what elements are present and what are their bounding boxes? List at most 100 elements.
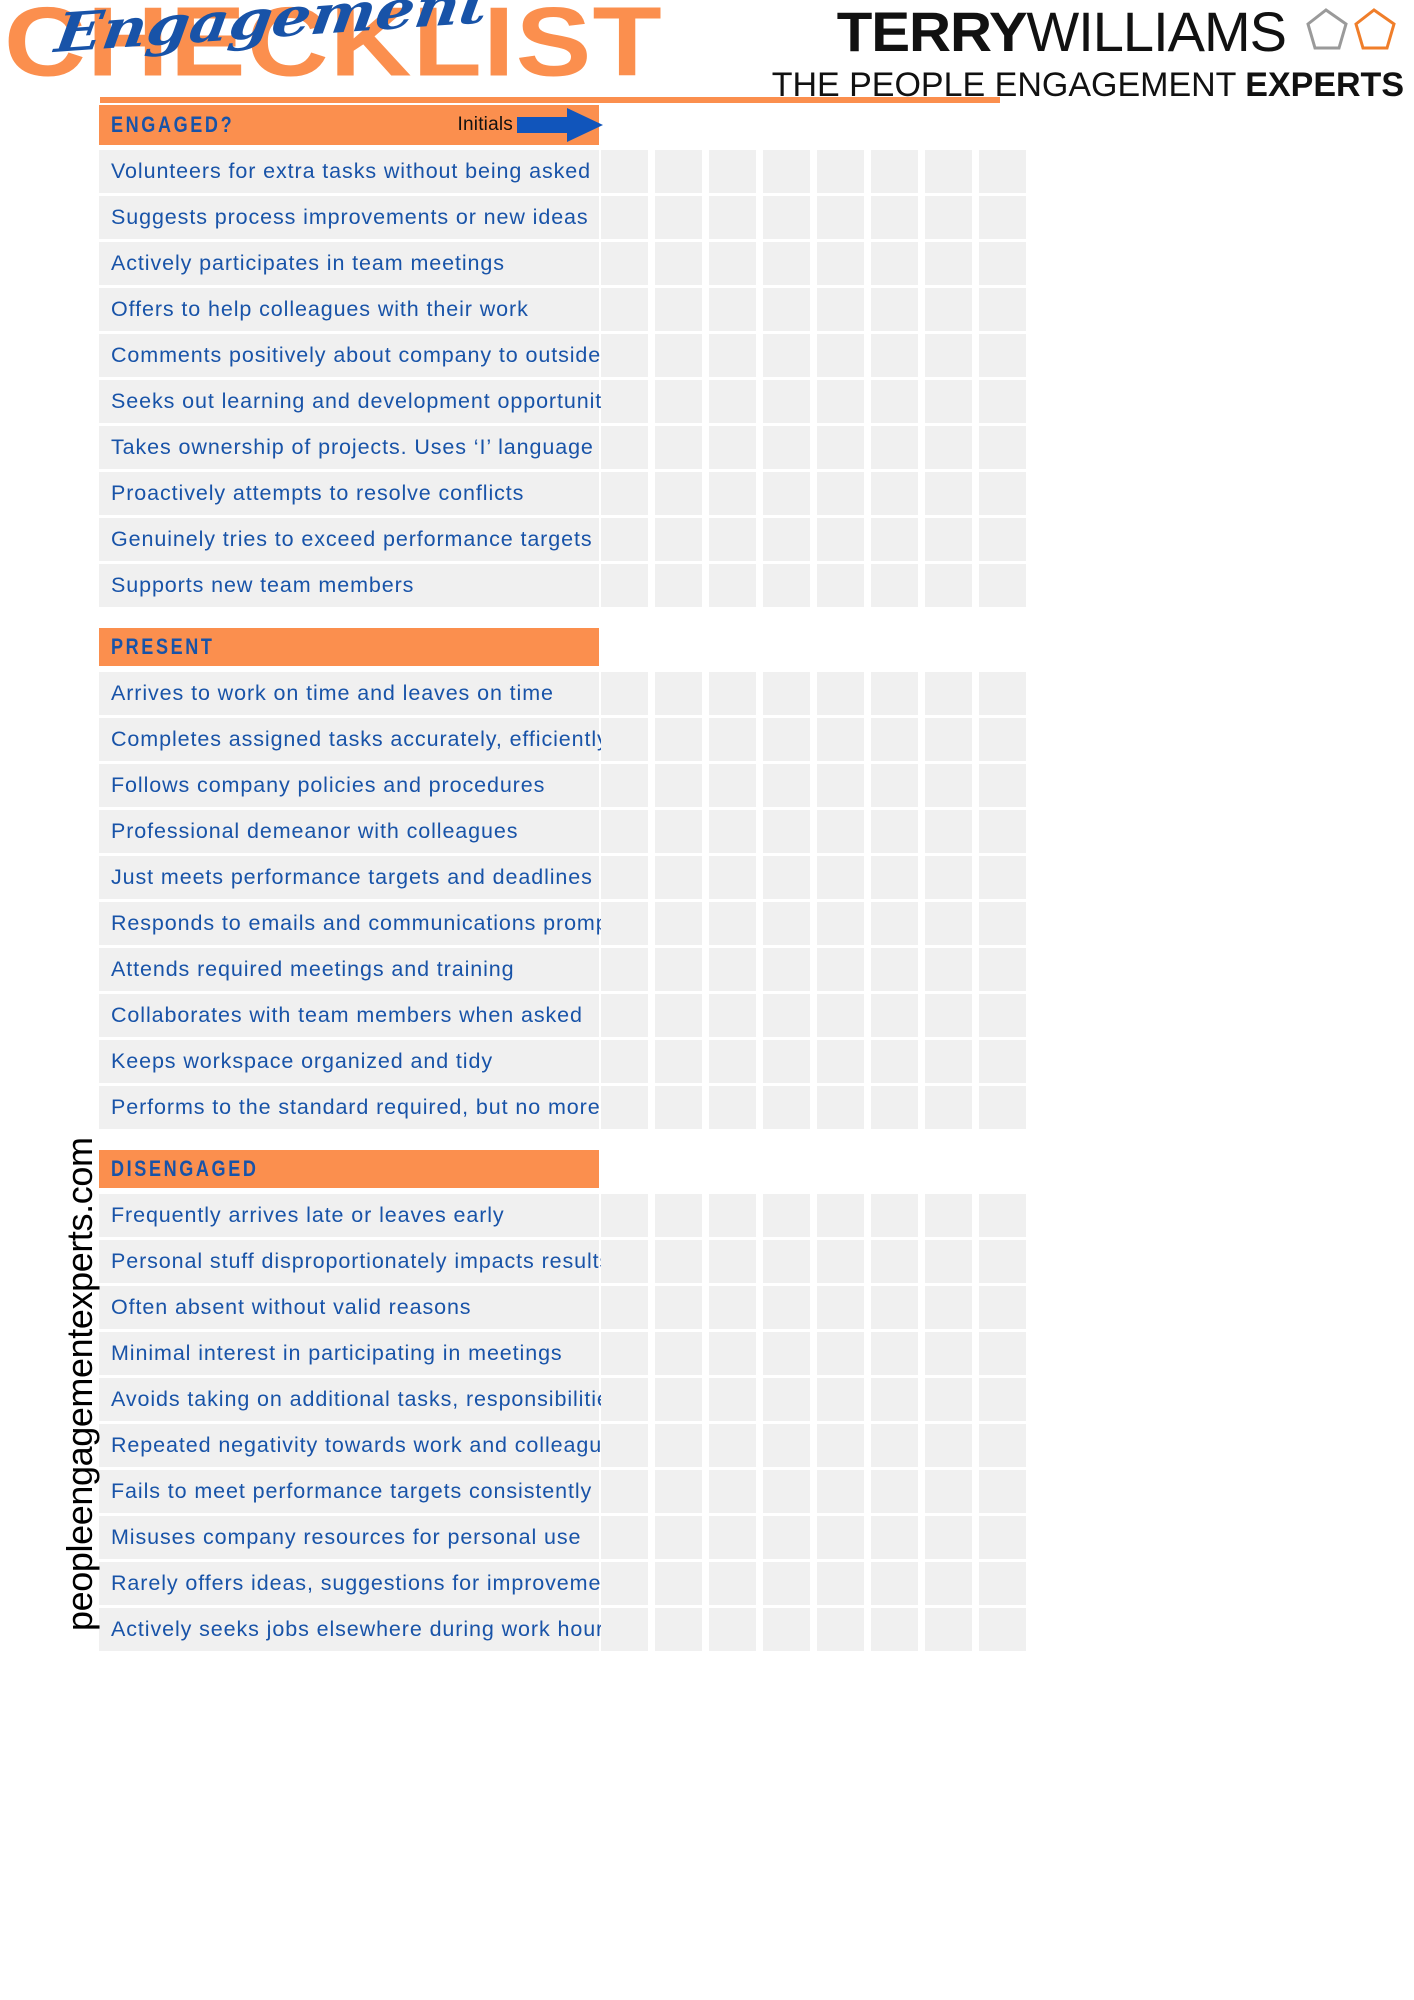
checkbox-cell[interactable] bbox=[925, 1608, 972, 1651]
checkbox-cell[interactable] bbox=[763, 1086, 810, 1129]
checkbox-cell[interactable] bbox=[817, 994, 864, 1037]
checkbox-cell[interactable] bbox=[655, 288, 702, 331]
checkbox-cell[interactable] bbox=[709, 1378, 756, 1421]
checkbox-cell[interactable] bbox=[979, 1332, 1026, 1375]
checkbox-cell[interactable] bbox=[817, 1516, 864, 1559]
checkbox-cell[interactable] bbox=[709, 1516, 756, 1559]
checkbox-cell[interactable] bbox=[655, 380, 702, 423]
checkbox-cell[interactable] bbox=[979, 518, 1026, 561]
checkbox-cell[interactable] bbox=[817, 1332, 864, 1375]
checkbox-cell[interactable] bbox=[979, 242, 1026, 285]
checkbox-cell[interactable] bbox=[763, 1332, 810, 1375]
checkbox-cell[interactable] bbox=[655, 810, 702, 853]
checkbox-cell[interactable] bbox=[763, 472, 810, 515]
checkbox-cell[interactable] bbox=[817, 1378, 864, 1421]
checkbox-cell[interactable] bbox=[709, 1086, 756, 1129]
checkbox-cell[interactable] bbox=[709, 242, 756, 285]
checkbox-cell[interactable] bbox=[601, 150, 648, 193]
checkbox-cell[interactable] bbox=[655, 564, 702, 607]
initials-entry-box[interactable] bbox=[601, 105, 648, 145]
checkbox-cell[interactable] bbox=[601, 242, 648, 285]
checkbox-cell[interactable] bbox=[601, 1516, 648, 1559]
checkbox-cell[interactable] bbox=[709, 1240, 756, 1283]
checkbox-cell[interactable] bbox=[655, 1040, 702, 1083]
checkbox-cell[interactable] bbox=[709, 764, 756, 807]
checkbox-cell[interactable] bbox=[871, 1424, 918, 1467]
checkbox-cell[interactable] bbox=[601, 1332, 648, 1375]
checkbox-cell[interactable] bbox=[871, 1086, 918, 1129]
checkbox-cell[interactable] bbox=[709, 1608, 756, 1651]
checkbox-cell[interactable] bbox=[655, 994, 702, 1037]
checkbox-cell[interactable] bbox=[763, 242, 810, 285]
checkbox-cell[interactable] bbox=[871, 764, 918, 807]
checkbox-cell[interactable] bbox=[601, 1286, 648, 1329]
checkbox-cell[interactable] bbox=[979, 948, 1026, 991]
checkbox-cell[interactable] bbox=[709, 472, 756, 515]
checkbox-cell[interactable] bbox=[817, 856, 864, 899]
checkbox-cell[interactable] bbox=[925, 902, 972, 945]
checkbox-cell[interactable] bbox=[925, 810, 972, 853]
checkbox-cell[interactable] bbox=[655, 948, 702, 991]
checkbox-cell[interactable] bbox=[925, 1424, 972, 1467]
checkbox-cell[interactable] bbox=[655, 518, 702, 561]
checkbox-cell[interactable] bbox=[817, 380, 864, 423]
checkbox-cell[interactable] bbox=[925, 948, 972, 991]
checkbox-cell[interactable] bbox=[763, 518, 810, 561]
checkbox-cell[interactable] bbox=[655, 472, 702, 515]
checkbox-cell[interactable] bbox=[817, 426, 864, 469]
checkbox-cell[interactable] bbox=[925, 150, 972, 193]
checkbox-cell[interactable] bbox=[979, 994, 1026, 1037]
checkbox-cell[interactable] bbox=[763, 1608, 810, 1651]
checkbox-cell[interactable] bbox=[763, 1040, 810, 1083]
checkbox-cell[interactable] bbox=[655, 856, 702, 899]
checkbox-cell[interactable] bbox=[601, 1194, 648, 1237]
initials-entry-box[interactable] bbox=[871, 105, 918, 145]
checkbox-cell[interactable] bbox=[871, 948, 918, 991]
checkbox-cell[interactable] bbox=[817, 764, 864, 807]
checkbox-cell[interactable] bbox=[817, 1424, 864, 1467]
checkbox-cell[interactable] bbox=[601, 810, 648, 853]
checkbox-cell[interactable] bbox=[979, 288, 1026, 331]
checkbox-cell[interactable] bbox=[763, 564, 810, 607]
checkbox-cell[interactable] bbox=[601, 288, 648, 331]
checkbox-cell[interactable] bbox=[601, 1378, 648, 1421]
checkbox-cell[interactable] bbox=[817, 718, 864, 761]
checkbox-cell[interactable] bbox=[763, 994, 810, 1037]
checkbox-cell[interactable] bbox=[655, 902, 702, 945]
checkbox-cell[interactable] bbox=[763, 902, 810, 945]
checkbox-cell[interactable] bbox=[871, 1562, 918, 1605]
checkbox-cell[interactable] bbox=[763, 1516, 810, 1559]
checkbox-cell[interactable] bbox=[709, 718, 756, 761]
initials-entry-box[interactable] bbox=[925, 105, 972, 145]
checkbox-cell[interactable] bbox=[979, 764, 1026, 807]
checkbox-cell[interactable] bbox=[655, 1562, 702, 1605]
checkbox-cell[interactable] bbox=[871, 718, 918, 761]
checkbox-cell[interactable] bbox=[655, 1194, 702, 1237]
checkbox-cell[interactable] bbox=[601, 1470, 648, 1513]
checkbox-cell[interactable] bbox=[979, 1470, 1026, 1513]
checkbox-cell[interactable] bbox=[925, 1086, 972, 1129]
checkbox-cell[interactable] bbox=[817, 1562, 864, 1605]
checkbox-cell[interactable] bbox=[925, 672, 972, 715]
checkbox-cell[interactable] bbox=[979, 196, 1026, 239]
checkbox-cell[interactable] bbox=[601, 472, 648, 515]
checkbox-cell[interactable] bbox=[871, 1194, 918, 1237]
checkbox-cell[interactable] bbox=[925, 518, 972, 561]
checkbox-cell[interactable] bbox=[979, 1040, 1026, 1083]
checkbox-cell[interactable] bbox=[871, 1286, 918, 1329]
checkbox-cell[interactable] bbox=[601, 948, 648, 991]
checkbox-cell[interactable] bbox=[979, 1562, 1026, 1605]
checkbox-cell[interactable] bbox=[655, 1516, 702, 1559]
checkbox-cell[interactable] bbox=[817, 288, 864, 331]
checkbox-cell[interactable] bbox=[601, 1608, 648, 1651]
checkbox-cell[interactable] bbox=[925, 196, 972, 239]
checkbox-cell[interactable] bbox=[925, 380, 972, 423]
checkbox-cell[interactable] bbox=[871, 518, 918, 561]
initials-entry-box[interactable] bbox=[709, 105, 756, 145]
checkbox-cell[interactable] bbox=[979, 672, 1026, 715]
checkbox-cell[interactable] bbox=[925, 472, 972, 515]
checkbox-cell[interactable] bbox=[817, 1286, 864, 1329]
checkbox-cell[interactable] bbox=[871, 1040, 918, 1083]
checkbox-cell[interactable] bbox=[709, 948, 756, 991]
checkbox-cell[interactable] bbox=[925, 994, 972, 1037]
